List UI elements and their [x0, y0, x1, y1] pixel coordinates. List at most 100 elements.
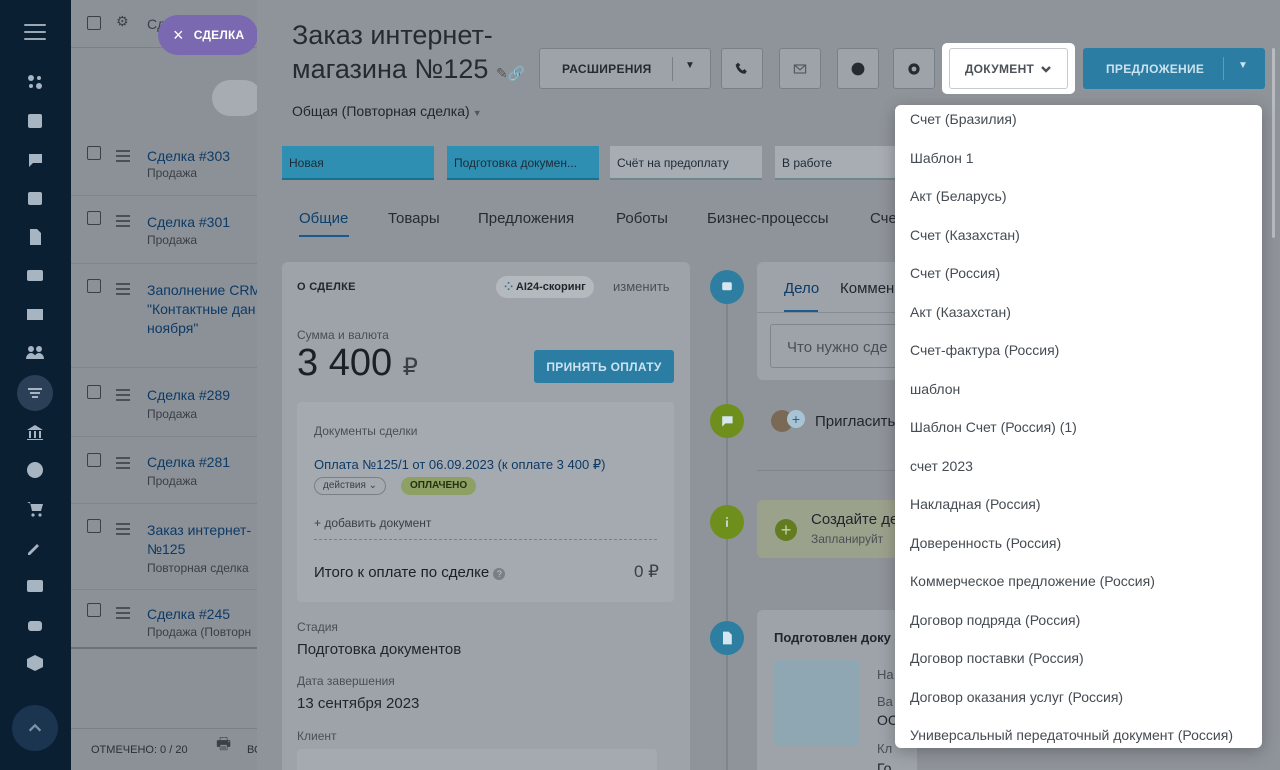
document-preview-icon[interactable]	[774, 660, 860, 746]
chat-button[interactable]	[837, 48, 879, 89]
menu-item-universal-transfer-document-russia[interactable]: Универсальный передаточный документ (Рос…	[910, 725, 1233, 748]
scroll-up-icon[interactable]	[12, 705, 58, 751]
groups-icon[interactable]	[24, 342, 46, 362]
contact-card-icon[interactable]	[24, 576, 46, 596]
tab-comment[interactable]: Коммен	[840, 280, 894, 297]
chat-icon[interactable]	[24, 150, 46, 170]
pipeline-selector[interactable]: Общая (Повторная сделка) ▼	[292, 103, 482, 119]
drag-handle-icon[interactable]	[116, 607, 130, 622]
drag-handle-icon[interactable]	[116, 150, 130, 165]
row-checkbox[interactable]	[87, 385, 101, 399]
menu-item-invoice-brazil[interactable]: Счет (Бразилия)	[910, 109, 1017, 147]
list-item-title[interactable]: Заполнение CRM	[147, 281, 261, 300]
settings-icon[interactable]: ⚙	[116, 13, 129, 30]
prepared-document-card[interactable]: Подготовлен доку На Ва ОС Кл Го	[757, 610, 917, 770]
list-item[interactable]: Заполнение CRM "Контактные дан ноября"	[71, 265, 271, 368]
cart-icon[interactable]	[24, 499, 46, 519]
drag-handle-icon[interactable]	[116, 389, 130, 404]
select-all-checkbox[interactable]	[87, 16, 101, 30]
menu-item-invoice-factura-russia[interactable]: Счет-фактура (Россия)	[910, 340, 1059, 378]
list-item[interactable]: Заказ интернет- №125 Повторная сделка	[71, 505, 271, 590]
menu-item-supply-contract-russia[interactable]: Договор поставки (Россия)	[910, 648, 1084, 686]
extensions-button[interactable]: РАСШИРЕНИЯ ▼	[539, 48, 711, 89]
list-item[interactable]: Сделка #281 Продажа	[71, 438, 271, 504]
scrollbar[interactable]	[1272, 48, 1275, 238]
add-document-link[interactable]: + добавить документ	[314, 516, 431, 530]
ai-scoring-badge[interactable]: ⁘ AI24-скоринг	[496, 276, 594, 298]
chevron-down-icon[interactable]: ▼	[1238, 60, 1248, 71]
menu-item-template-1[interactable]: Шаблон 1	[910, 148, 974, 186]
drag-handle-icon[interactable]	[116, 457, 130, 472]
list-item-title[interactable]: Заказ интернет-	[147, 521, 251, 540]
stage-new[interactable]: Новая	[282, 146, 434, 180]
menu-item-invoice-kazakhstan[interactable]: Счет (Казахстан)	[910, 225, 1020, 263]
robot-icon[interactable]	[24, 615, 46, 635]
list-item[interactable]: Сделка #301 Продажа	[71, 197, 271, 264]
menu-item-act-belarus[interactable]: Акт (Беларусь)	[910, 186, 1006, 224]
target-icon[interactable]	[24, 460, 46, 480]
offer-button[interactable]: ПРЕДЛОЖЕНИЕ ▼	[1083, 48, 1265, 89]
tab-activity[interactable]: Дело	[784, 280, 819, 297]
tab-general[interactable]: Общие	[299, 210, 348, 227]
tab-products[interactable]: Товары	[388, 210, 440, 227]
menu-item-template-invoice-russia[interactable]: Шаблон Счет (Россия) (1)	[910, 417, 1077, 455]
list-item-title[interactable]: Сделка #303	[147, 147, 230, 166]
document-button[interactable]: ДОКУМЕНТ	[943, 44, 1074, 93]
link-icon[interactable]: 🔗	[508, 65, 525, 81]
menu-item-power-of-attorney-russia[interactable]: Доверенность (Россия)	[910, 533, 1061, 571]
menu-icon[interactable]	[24, 24, 46, 40]
tab-invoices[interactable]: Сче	[870, 210, 897, 227]
row-checkbox[interactable]	[87, 519, 101, 533]
list-item[interactable]: Сделка #245 Продажа (Повторн	[71, 591, 271, 649]
menu-item-invoice-russia[interactable]: Счет (Россия)	[910, 263, 1000, 301]
close-slider-button[interactable]: × СДЕЛКА	[158, 15, 258, 55]
drag-handle-icon[interactable]	[116, 215, 130, 230]
chevron-down-icon[interactable]: ▼	[685, 60, 695, 71]
tab-offers[interactable]: Предложения	[478, 210, 574, 227]
row-checkbox[interactable]	[87, 146, 101, 160]
row-checkbox[interactable]	[87, 211, 101, 225]
close-date-value[interactable]: 13 сентября 2023	[297, 695, 419, 712]
list-item[interactable]: Сделка #303 Продажа	[71, 133, 271, 196]
menu-item-template[interactable]: шаблон	[910, 379, 960, 417]
drag-handle-icon[interactable]	[116, 523, 130, 538]
stage-prepayment[interactable]: Счёт на предоплату	[610, 146, 762, 180]
tasks-icon[interactable]	[24, 111, 46, 131]
mail-icon[interactable]	[24, 304, 46, 324]
menu-item-contract-work-russia[interactable]: Договор подряда (Россия)	[910, 610, 1080, 648]
drag-handle-icon[interactable]	[116, 283, 130, 298]
list-item[interactable]: Сделка #289 Продажа	[71, 370, 271, 437]
menu-item-invoice-2023[interactable]: счет 2023	[910, 456, 973, 494]
row-checkbox[interactable]	[87, 279, 101, 293]
stage-in-progress[interactable]: В работе	[775, 146, 895, 180]
invite-link[interactable]: Пригласить	[815, 413, 895, 430]
payment-document-link[interactable]: Оплата №125/1 от 06.09.2023 (к оплате 3 …	[314, 457, 605, 473]
calendar-icon[interactable]	[24, 188, 46, 208]
tab-business-processes[interactable]: Бизнес-процессы	[707, 210, 829, 227]
drive-icon[interactable]	[24, 265, 46, 285]
accept-payment-button[interactable]: ПРИНЯТЬ ОПЛАТУ	[534, 350, 674, 383]
create-activity-card[interactable]: + Создайте де Запланируйт	[757, 500, 917, 558]
list-item-title-line3[interactable]: ноября"	[147, 319, 198, 338]
box-icon[interactable]	[24, 653, 46, 673]
sign-icon[interactable]	[24, 538, 46, 558]
edit-link[interactable]: изменить	[613, 279, 670, 294]
list-item-title[interactable]: Сделка #289	[147, 386, 230, 405]
bank-icon[interactable]	[24, 422, 46, 442]
list-item-title-line2[interactable]: "Контактные дан	[147, 300, 256, 319]
row-checkbox[interactable]	[87, 603, 101, 617]
help-icon[interactable]: ?	[493, 568, 506, 580]
settings-button[interactable]	[893, 48, 935, 89]
list-item-title-line2[interactable]: №125	[147, 540, 185, 559]
plus-icon[interactable]: +	[787, 410, 805, 428]
docs-icon[interactable]	[24, 227, 46, 247]
actions-dropdown[interactable]: действия ⌄	[314, 477, 387, 495]
add-icon[interactable]: +	[775, 519, 797, 541]
stage-value[interactable]: Подготовка документов	[297, 641, 461, 658]
list-item-title[interactable]: Сделка #245	[147, 605, 230, 624]
menu-item-act-kazakhstan[interactable]: Акт (Казахстан)	[910, 302, 1011, 340]
crm-icon[interactable]	[17, 375, 53, 411]
sort-button[interactable]	[212, 80, 262, 116]
print-icon[interactable]: 🖶	[216, 733, 231, 760]
menu-item-waybill-russia[interactable]: Накладная (Россия)	[910, 494, 1041, 532]
